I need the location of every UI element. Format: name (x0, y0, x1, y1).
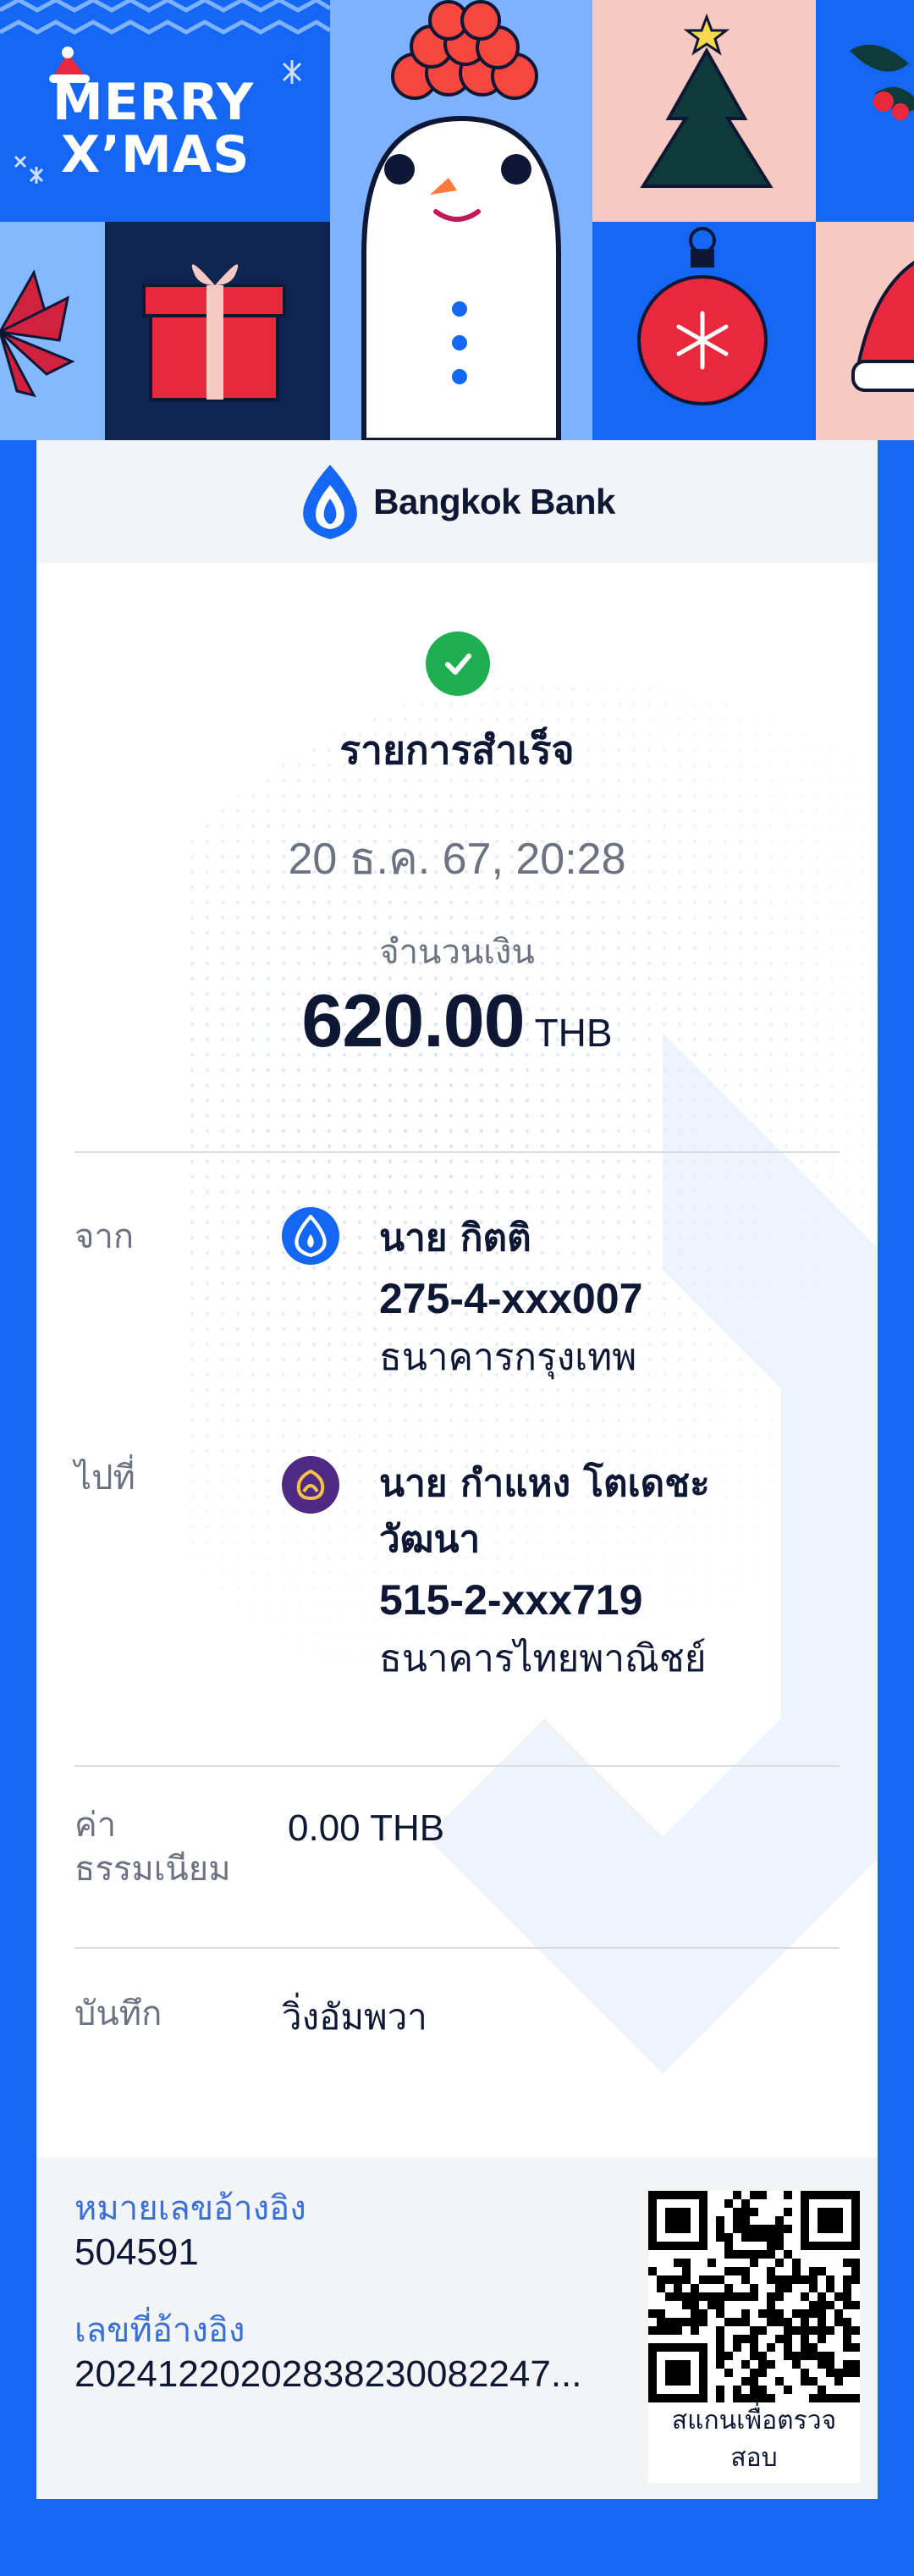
amount-label: จำนวนเงิน (379, 933, 535, 972)
memo-label: บันทึก (74, 1994, 162, 2033)
ref-id-value: 202412202028382300822​47... (74, 2353, 582, 2395)
from-name: นาย กิตติ (379, 1216, 531, 1260)
fee-label-line1: ค่า (74, 1806, 117, 1845)
gift-tile (105, 222, 330, 440)
qr-caption: สแกนเพื่อตรวจ สอบ (648, 2402, 860, 2477)
to-bank-name: ธนาคารไทยพาณิชย์ (379, 1637, 707, 1680)
bangkok-bank-logo-icon (303, 464, 357, 539)
bangkok-bank-icon (282, 1207, 339, 1265)
to-name-line2: วัฒนา (379, 1518, 481, 1561)
transaction-datetime: 20 ธ.ค. 67, 20:28 (288, 835, 626, 884)
reference-panel: หมายเลขอ้างอิง 504591 เลขที่อ้างอิง 2024… (36, 2157, 878, 2499)
gift-box-icon (142, 264, 286, 401)
verification-qr-code[interactable]: สแกนเพื่อตรวจ สอบ (648, 2191, 860, 2483)
memo-value: วิ่งอัมพวา (282, 1996, 427, 2038)
ref-no-value: 504591 (74, 2231, 199, 2273)
ref-no-label: หมายเลขอ้างอิง (74, 2189, 306, 2228)
bank-name: Bangkok Bank (373, 481, 615, 521)
fee-label-line2: ธรรมเนียม (74, 1850, 231, 1889)
merry-xmas-tile: MERRY X’MAS (0, 0, 330, 222)
tree-tile (592, 0, 816, 222)
amount-value: 620.00 (301, 979, 525, 1062)
amount-currency: THB (534, 1011, 613, 1055)
divider (74, 1151, 840, 1153)
bank-header: Bangkok Bank (36, 440, 878, 563)
to-account: 515-2-xxx719 (379, 1576, 643, 1624)
snowman-icon (361, 0, 561, 440)
snowman-tile (330, 0, 592, 440)
poinsettia-icon (0, 269, 75, 398)
transaction-slip-card: Bangkok Bank รายการสำเร็จ 20 ธ.ค. 67, 20… (36, 440, 878, 2499)
ref-id-label: เลขที่อ้างอิง (74, 2311, 245, 2350)
greeting-line2: X’MAS (61, 125, 251, 185)
amount-line: 620.00 THB (36, 978, 878, 1064)
from-party: นาย กิตติ 275-4-xxx007 ธนาคารกรุงเทพ (379, 1211, 853, 1385)
holly-icon (850, 44, 914, 120)
fee-value: 0.00 THB (288, 1807, 445, 1849)
success-check-icon (426, 632, 490, 696)
to-name-line1: นาย กำแหง โตเดชะ (379, 1462, 710, 1505)
status-title: รายการสำเร็จ (339, 727, 575, 773)
from-account: 275-4-xxx007 (379, 1275, 643, 1322)
to-label: ไปที่ (74, 1459, 135, 1498)
divider (74, 1947, 840, 1949)
merry-xmas-text: MERRY X’MAS (52, 76, 254, 181)
christmas-tree-icon (640, 13, 774, 188)
from-bank-name: ธนาคารกรุงเทพ (379, 1336, 637, 1379)
fee-label: ค่า ธรรมเนียม (74, 1803, 231, 1891)
holly-tile (816, 0, 914, 222)
from-label: จาก (74, 1217, 135, 1256)
poinsettia-tile (0, 222, 105, 440)
santa-hat-icon (851, 261, 914, 392)
christmas-banner: MERRY X’MAS (0, 0, 914, 440)
santa-hat-tile (816, 222, 914, 440)
greeting-line1: MERRY (52, 73, 255, 132)
divider (74, 1765, 840, 1767)
to-party: นาย กำแหง โตเดชะ วัฒนา 515-2-xxx719 ธนาค… (379, 1456, 853, 1686)
ornament-tile (592, 222, 816, 440)
ornament-icon (637, 227, 768, 405)
scb-bank-icon (282, 1456, 339, 1514)
qr-caption-line2: สอบ (730, 2443, 778, 2473)
qr-caption-line1: สแกนเพื่อตรวจ (671, 2406, 837, 2435)
qr-code-icon (648, 2191, 860, 2402)
